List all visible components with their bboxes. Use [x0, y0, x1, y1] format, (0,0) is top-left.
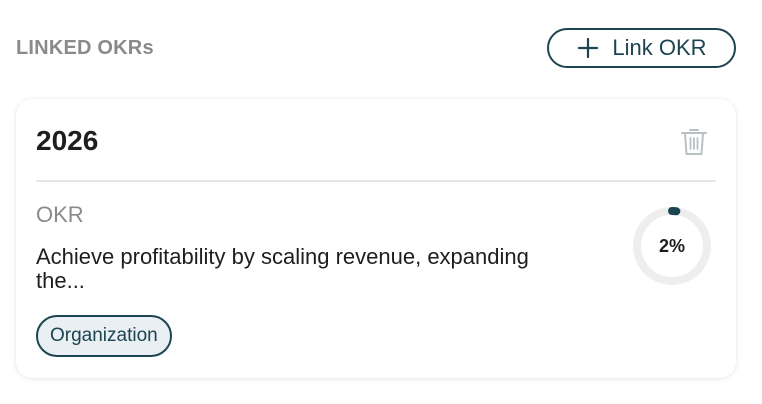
trash-icon[interactable]: [680, 127, 708, 157]
okr-card[interactable]: 2026 OKR Achieve profitability by scalin…: [16, 99, 736, 378]
okr-year: 2026: [36, 125, 99, 156]
card-divider: [36, 180, 716, 182]
okr-type-label: OKR: [36, 202, 84, 227]
linked-okrs-panel: LINKED OKRs Link OKR 2026 OKR Achieve pr…: [0, 0, 762, 404]
section-title: LINKED OKRs: [16, 37, 154, 59]
link-okr-button[interactable]: Link OKR: [547, 28, 736, 68]
link-okr-button-label: Link OKR: [612, 35, 707, 60]
okr-progress-ring: 2%: [630, 204, 714, 288]
okr-scope-tag: Organization: [36, 315, 172, 357]
okr-progress-value: 2%: [658, 235, 685, 256]
okr-description[interactable]: Achieve profitability by scaling revenue…: [36, 245, 556, 293]
plus-icon: [578, 37, 599, 59]
